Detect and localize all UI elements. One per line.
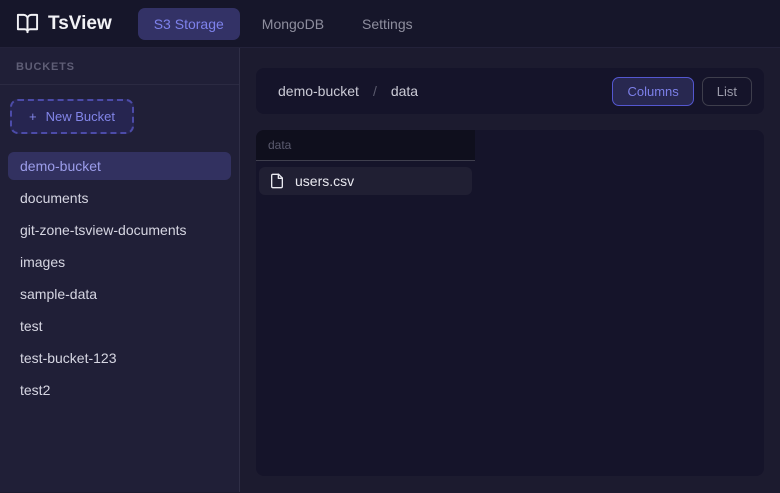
layout: BUCKETS + New Bucket demo-bucket documen…: [0, 48, 780, 492]
sidebar: BUCKETS + New Bucket demo-bucket documen…: [0, 48, 240, 492]
book-open-icon: [16, 12, 39, 35]
breadcrumb: demo-bucket / data: [278, 83, 418, 99]
bucket-item-documents[interactable]: documents: [8, 184, 231, 212]
main-content: demo-bucket / data Columns List data: [240, 48, 780, 492]
breadcrumb-bucket[interactable]: demo-bucket: [278, 83, 359, 99]
app-header: TsView S3 Storage MongoDB Settings: [0, 0, 780, 48]
file-name: users.csv: [295, 173, 354, 189]
breadcrumb-folder[interactable]: data: [391, 83, 418, 99]
breadcrumb-bar: demo-bucket / data Columns List: [256, 68, 764, 114]
bucket-list: demo-bucket documents git-zone-tsview-do…: [0, 152, 239, 404]
tab-mongodb[interactable]: MongoDB: [246, 8, 340, 40]
bucket-item-sample-data[interactable]: sample-data: [8, 280, 231, 308]
tab-settings[interactable]: Settings: [346, 8, 429, 40]
header-tabs: S3 Storage MongoDB Settings: [138, 8, 429, 40]
column-header: data: [256, 130, 475, 161]
new-bucket-label: New Bucket: [46, 109, 115, 124]
bucket-item-git-zone-tsview-documents[interactable]: git-zone-tsview-documents: [8, 216, 231, 244]
plus-icon: +: [29, 109, 37, 124]
new-bucket-button[interactable]: + New Bucket: [10, 99, 134, 134]
file-column-data: data users.csv: [256, 130, 475, 476]
bucket-item-test[interactable]: test: [8, 312, 231, 340]
file-row-users-csv[interactable]: users.csv: [259, 167, 472, 195]
columns-view-button[interactable]: Columns: [612, 77, 693, 106]
breadcrumb-separator: /: [373, 83, 377, 99]
file-browser-panel: data users.csv: [256, 130, 764, 476]
bucket-item-test2[interactable]: test2: [8, 376, 231, 404]
app-logo[interactable]: TsView: [16, 12, 112, 35]
bucket-item-demo-bucket[interactable]: demo-bucket: [8, 152, 231, 180]
tab-s3-storage[interactable]: S3 Storage: [138, 8, 240, 40]
buckets-section-label: BUCKETS: [0, 48, 239, 85]
app-title: TsView: [48, 13, 112, 35]
bucket-item-test-bucket-123[interactable]: test-bucket-123: [8, 344, 231, 372]
file-icon: [269, 173, 285, 189]
list-view-button[interactable]: List: [702, 77, 752, 106]
bucket-item-images[interactable]: images: [8, 248, 231, 276]
view-toggle: Columns List: [612, 77, 752, 106]
